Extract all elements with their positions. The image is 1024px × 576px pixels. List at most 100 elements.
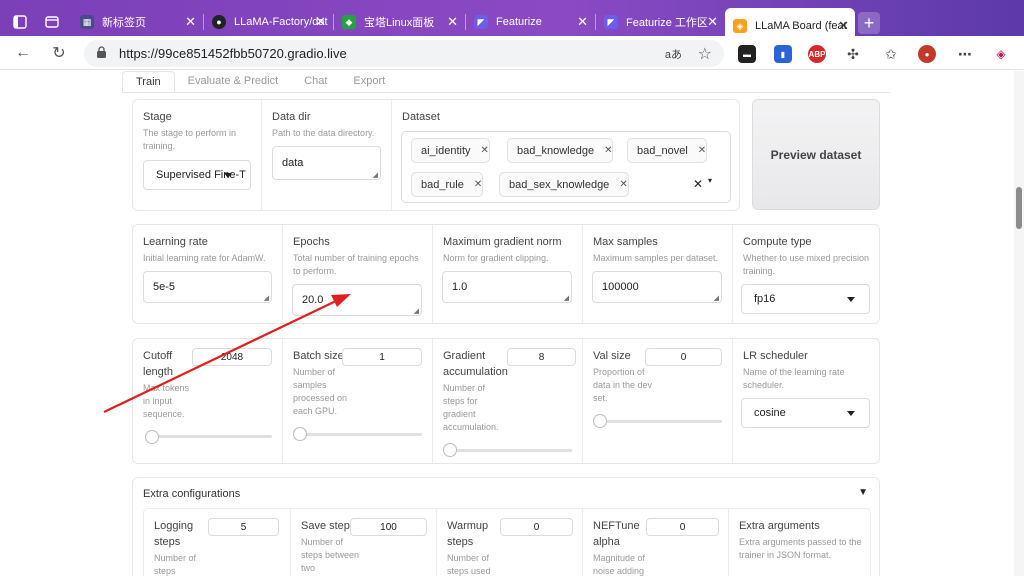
cutoff-length-slider[interactable] [145, 435, 272, 438]
browser-tab[interactable]: ◤ Featurize 工作区 ✕ [596, 10, 724, 34]
favorites-icon[interactable]: ✩ [882, 45, 900, 63]
learning-rate-input[interactable]: 5e-5 ◢ [143, 271, 272, 303]
cutoff-length-slider-handle[interactable] [145, 430, 159, 444]
close-tab-icon[interactable]: ✕ [315, 14, 326, 30]
close-tab-icon[interactable]: ✕ [707, 14, 718, 30]
more-menu-icon[interactable]: ⋯ [956, 45, 974, 63]
val-size-number[interactable]: 0 [645, 348, 722, 366]
resize-handle-icon[interactable]: ◢ [414, 307, 419, 315]
chip-label: bad_novel [637, 144, 688, 157]
max-grad-norm-input[interactable]: 1.0 ◢ [442, 271, 572, 303]
dataset-chip: bad_rule ✕ [411, 172, 484, 197]
adblock-icon[interactable]: ABP [808, 45, 826, 63]
remove-chip-icon[interactable]: ✕ [619, 179, 627, 190]
media-icon[interactable]: ▬ [738, 45, 756, 63]
max-samples-input[interactable]: 100000 ◢ [592, 271, 722, 303]
tab-evaluate-predict[interactable]: Evaluate & Predict [175, 71, 292, 93]
batch-size-value: 1 [379, 351, 385, 363]
epochs-input[interactable]: 20.0 ◢ [292, 284, 422, 316]
grad-accum-slider[interactable] [445, 449, 572, 452]
epochs-label: Epochs [293, 236, 330, 248]
resize-handle-icon[interactable]: ◢ [264, 294, 269, 302]
back-icon[interactable]: ← [12, 42, 34, 64]
logging-steps-number[interactable]: 5 [208, 518, 279, 536]
dataset-label: Dataset [402, 111, 440, 123]
refresh-icon[interactable]: ↻ [48, 42, 70, 64]
workspaces-icon[interactable] [40, 10, 64, 34]
accordion-title[interactable]: Extra configurations [143, 488, 240, 500]
resize-handle-icon[interactable]: ◢ [373, 171, 378, 179]
warmup-steps-number[interactable]: 0 [500, 518, 573, 536]
address-bar-row: ← ↻ https://99ce851452fbb50720.gradio.li… [0, 36, 1024, 70]
cutoff-length-number[interactable]: 2048 [192, 348, 272, 366]
close-tab-icon[interactable]: ✕ [577, 14, 588, 30]
baota-shield-icon: ◆ [342, 15, 356, 29]
compute-type-dropdown[interactable]: fp16 [741, 284, 870, 314]
batch-size-info: Number of samples processed on each GPU. [293, 367, 348, 416]
stage-dropdown[interactable]: Supervised Fine-T [143, 160, 251, 190]
close-tab-icon[interactable]: ✕ [447, 14, 458, 30]
save-steps-number[interactable]: 100 [350, 518, 427, 536]
grad-accum-number[interactable]: 8 [507, 348, 576, 366]
close-tab-icon[interactable]: ✕ [838, 18, 849, 34]
batch-size-slider-handle[interactable] [293, 427, 307, 441]
read-aloud-icon[interactable]: aあ [665, 46, 682, 62]
collapse-toggle-icon[interactable]: ▼ [858, 487, 868, 498]
learning-rate-value: 5e-5 [153, 281, 176, 293]
lock-icon[interactable] [96, 46, 107, 61]
remove-chip-icon[interactable]: ✕ [481, 145, 489, 156]
data-dir-input[interactable]: data ◢ [272, 146, 381, 180]
extra-arguments-label: Extra arguments [739, 520, 820, 532]
copilot-icon[interactable]: ◈ [992, 45, 1010, 63]
chip-label: bad_sex_knowledge [509, 178, 610, 191]
grad-accum-slider-handle[interactable] [443, 443, 457, 457]
remove-chip-icon[interactable]: ✕ [474, 179, 482, 190]
favorite-star-icon[interactable]: ☆ [698, 44, 712, 64]
tab-export[interactable]: Export [340, 71, 398, 93]
preview-dataset-button[interactable]: Preview dataset [752, 99, 880, 210]
new-tab-button[interactable]: + [858, 12, 880, 34]
lr-scheduler-value: cosine [754, 407, 786, 419]
avatar[interactable]: ● [918, 45, 936, 63]
browser-tab[interactable]: ◤ Featurize ✕ [466, 10, 594, 34]
logging-steps-value: 5 [240, 521, 247, 533]
profile-icon[interactable] [8, 10, 32, 34]
browser-tab[interactable]: ● LLaMA-Factory/dat ✕ [204, 10, 332, 34]
val-size-slider[interactable] [595, 420, 722, 423]
extra-arguments-info: Extra arguments passed to the trainer in… [739, 537, 862, 560]
batch-size-slider[interactable] [295, 433, 422, 436]
remove-chip-icon[interactable]: ✕ [698, 145, 706, 156]
tab-train[interactable]: Train [122, 71, 175, 93]
scrollbar[interactable] [1014, 71, 1024, 576]
bookmark-ext-icon[interactable]: ▮ [774, 45, 792, 63]
browser-tab[interactable]: ◆ 宝塔Linux面板 ✕ [334, 10, 464, 34]
dataset-multiselect[interactable]: ai_identity ✕ bad_knowledge ✕ bad_novel ✕ b… [401, 131, 731, 203]
url-text[interactable]: https://99ce851452fbb50720.gradio.live [119, 46, 347, 61]
close-tab-icon[interactable]: ✕ [185, 14, 196, 30]
max-samples-value: 100000 [602, 281, 639, 293]
grad-accum-info: Number of steps for gradient accumulatio… [443, 383, 499, 432]
stage-label: Stage [143, 111, 172, 123]
resize-handle-icon[interactable]: ◢ [564, 294, 569, 302]
github-icon: ● [212, 15, 226, 29]
chevron-down-icon[interactable]: ▾ [708, 176, 712, 185]
dataset-chip: bad_novel ✕ [627, 138, 708, 163]
training-params-panel: Learning rate Initial learning rate for … [132, 224, 880, 324]
scrollbar-thumb[interactable] [1016, 187, 1022, 229]
data-dir-info: Path to the data directory. [272, 128, 375, 138]
tab-chat[interactable]: Chat [291, 71, 340, 93]
max-samples-label: Max samples [593, 236, 658, 248]
val-size-slider-handle[interactable] [593, 414, 607, 428]
lr-scheduler-dropdown[interactable]: cosine [741, 398, 870, 428]
logging-steps-label: Logging steps [154, 520, 194, 548]
address-bar[interactable]: https://99ce851452fbb50720.gradio.live a… [84, 40, 724, 67]
extra-config-accordion: Extra configurations ▼ Logging steps Num… [132, 477, 880, 576]
browser-tab[interactable]: ▦ 新标签页 ✕ [72, 10, 202, 34]
batch-size-number[interactable]: 1 [342, 348, 422, 366]
neftune-alpha-number[interactable]: 0 [646, 518, 719, 536]
puzzle-icon[interactable]: ✣ [844, 45, 862, 63]
clear-all-icon[interactable]: ✕ [693, 177, 703, 191]
remove-chip-icon[interactable]: ✕ [604, 145, 612, 156]
resize-handle-icon[interactable]: ◢ [714, 294, 719, 302]
neftune-alpha-info: Magnitude of noise adding [593, 553, 646, 576]
